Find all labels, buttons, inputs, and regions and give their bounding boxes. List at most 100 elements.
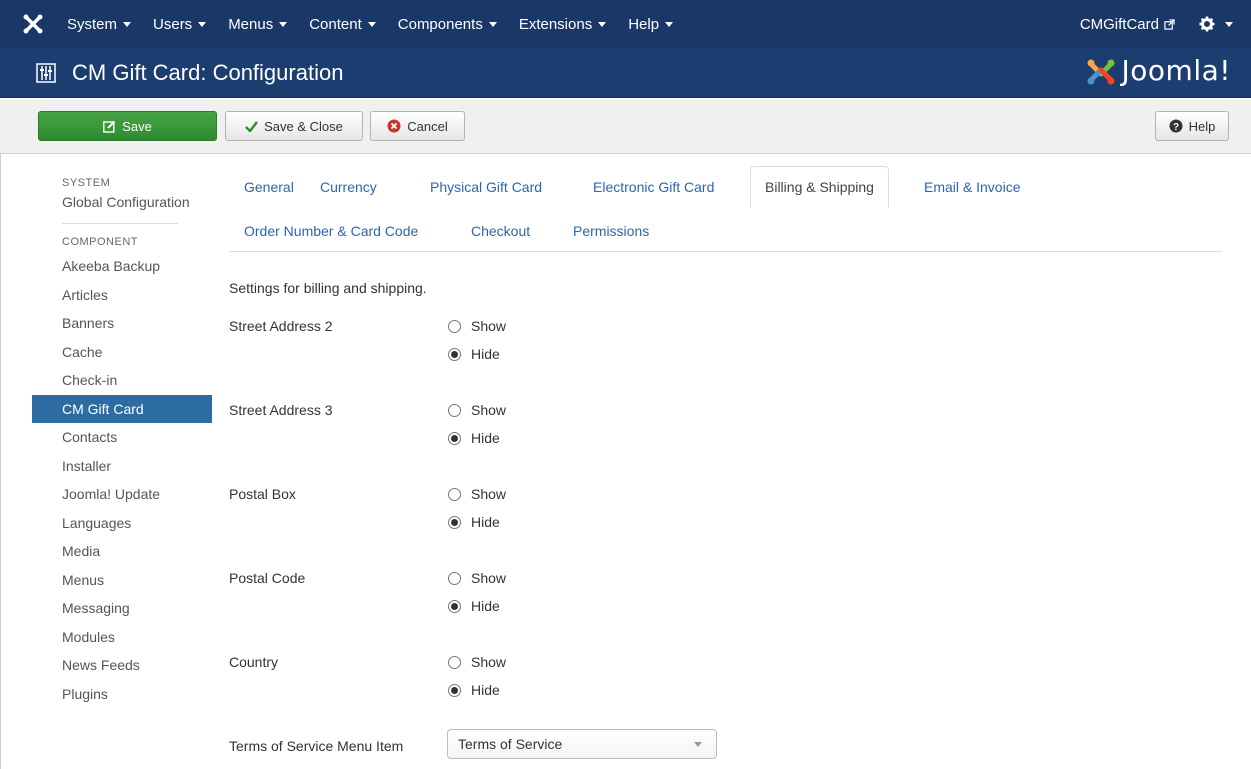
radio-label: Hide bbox=[471, 682, 500, 698]
chevron-down-icon bbox=[1225, 21, 1233, 27]
help-button[interactable]: ? Help bbox=[1155, 111, 1229, 141]
radio-label: Show bbox=[471, 402, 507, 418]
sidebar: SYSTEM Global Configuration COMPONENT Ak… bbox=[32, 154, 212, 708]
tab-order-number-card-code[interactable]: Order Number & Card Code bbox=[244, 223, 418, 239]
radio-postal-box-show[interactable]: Show bbox=[448, 486, 506, 502]
sidebar-item-cm-gift-card[interactable]: CM Gift Card bbox=[32, 394, 212, 423]
nav-extensions[interactable]: Extensions bbox=[508, 0, 617, 48]
sidebar-item-modules[interactable]: Modules bbox=[32, 623, 212, 652]
radio-label: Show bbox=[471, 486, 507, 502]
check-icon bbox=[245, 120, 259, 132]
nav-components[interactable]: Components bbox=[387, 0, 508, 48]
nav-components-label: Components bbox=[397, 15, 483, 33]
terms-of-service-select[interactable]: Terms of Service bbox=[447, 729, 717, 759]
radio-label: Hide bbox=[471, 346, 500, 362]
config-tabs: General Currency Physical Gift Card Elec… bbox=[229, 166, 1222, 252]
nav-system[interactable]: System bbox=[56, 0, 142, 48]
radio-country-show[interactable]: Show bbox=[448, 654, 506, 670]
sidebar-item-media[interactable]: Media bbox=[32, 537, 212, 566]
tab-checkout[interactable]: Checkout bbox=[471, 223, 530, 239]
toolbar: Save Save & Close Cancel ? Help bbox=[0, 99, 1251, 154]
page-title: CM Gift Card: Configuration bbox=[72, 59, 344, 85]
nav-menus[interactable]: Menus bbox=[217, 0, 298, 48]
nav-right: CMGiftCard bbox=[1080, 0, 1233, 48]
chevron-down-icon bbox=[367, 21, 376, 27]
field-label-street-address-2: Street Address 2 bbox=[229, 318, 333, 334]
external-link-icon bbox=[1164, 18, 1175, 30]
sidebar-item-contacts[interactable]: Contacts bbox=[32, 423, 212, 452]
tab-physical-gift-card[interactable]: Physical Gift Card bbox=[430, 179, 542, 195]
chevron-down-icon bbox=[123, 21, 132, 27]
radio-checked-icon bbox=[448, 599, 461, 613]
radio-checked-icon bbox=[448, 431, 461, 445]
sidebar-item-installer[interactable]: Installer bbox=[32, 452, 212, 481]
sidebar-item-languages[interactable]: Languages bbox=[32, 509, 212, 538]
tab-currency[interactable]: Currency bbox=[320, 179, 377, 195]
radio-checked-icon bbox=[448, 347, 461, 361]
tab-billing-shipping[interactable]: Billing & Shipping bbox=[750, 166, 889, 208]
sidebar-item-check-in[interactable]: Check-in bbox=[32, 366, 212, 395]
radio-unchecked-icon bbox=[448, 403, 461, 417]
nav-help[interactable]: Help bbox=[617, 0, 684, 48]
main-menu: System Users Menus Content Components Ex… bbox=[56, 0, 684, 48]
sidebar-item-messaging[interactable]: Messaging bbox=[32, 594, 212, 623]
radio-label: Show bbox=[471, 570, 507, 586]
sidebar-item-akeeba-backup[interactable]: Akeeba Backup bbox=[32, 252, 212, 281]
radio-street-address-2-hide[interactable]: Hide bbox=[448, 346, 500, 362]
radio-postal-code-show[interactable]: Show bbox=[448, 570, 506, 586]
field-label-street-address-3: Street Address 3 bbox=[229, 402, 333, 418]
tab-electronic-gift-card[interactable]: Electronic Gift Card bbox=[593, 179, 714, 195]
nav-system-label: System bbox=[67, 15, 118, 33]
save-button[interactable]: Save bbox=[38, 111, 217, 141]
joomla-logo-icon bbox=[1087, 59, 1115, 84]
sidebar-item-menus[interactable]: Menus bbox=[32, 566, 212, 595]
left-border bbox=[0, 154, 1, 769]
tab-permissions[interactable]: Permissions bbox=[573, 223, 649, 239]
sidebar-item-joomla-update[interactable]: Joomla! Update bbox=[32, 480, 212, 509]
radio-street-address-3-show[interactable]: Show bbox=[448, 402, 506, 418]
chevron-down-icon bbox=[694, 742, 702, 747]
chevron-down-icon bbox=[488, 21, 497, 27]
radio-country-hide[interactable]: Hide bbox=[448, 682, 500, 698]
cancel-circle-icon bbox=[387, 119, 401, 133]
gear-icon bbox=[1199, 16, 1215, 32]
edit-icon bbox=[103, 120, 116, 133]
chevron-down-icon bbox=[279, 21, 288, 27]
svg-text:?: ? bbox=[1173, 122, 1179, 133]
top-navbar: System Users Menus Content Components Ex… bbox=[0, 0, 1251, 48]
select-value: Terms of Service bbox=[458, 736, 563, 752]
view-site-link[interactable]: CMGiftCard bbox=[1080, 16, 1175, 33]
sidebar-item-banners[interactable]: Banners bbox=[32, 309, 212, 338]
sidebar-item-articles[interactable]: Articles bbox=[32, 281, 212, 310]
cancel-label: Cancel bbox=[407, 118, 448, 134]
sidebar-heading-component: COMPONENT bbox=[62, 236, 138, 248]
cancel-button[interactable]: Cancel bbox=[370, 111, 465, 141]
chevron-down-icon bbox=[598, 21, 607, 27]
equalizer-icon bbox=[36, 62, 56, 83]
radio-street-address-2-show[interactable]: Show bbox=[448, 318, 506, 334]
radio-unchecked-icon bbox=[448, 571, 461, 585]
sidebar-item-news-feeds[interactable]: News Feeds bbox=[32, 651, 212, 680]
joomla-menu-icon[interactable] bbox=[22, 13, 44, 35]
sidebar-item-global-configuration[interactable]: Global Configuration bbox=[32, 189, 192, 211]
help-label: Help bbox=[1188, 118, 1216, 134]
nav-content[interactable]: Content bbox=[298, 0, 387, 48]
radio-postal-code-hide[interactable]: Hide bbox=[448, 598, 500, 614]
nav-content-label: Content bbox=[309, 15, 362, 33]
page-header: CM Gift Card: Configuration Joomla! bbox=[0, 48, 1251, 98]
tab-email-invoice[interactable]: Email & Invoice bbox=[924, 179, 1020, 195]
radio-street-address-3-hide[interactable]: Hide bbox=[448, 430, 500, 446]
joomla-brand-text: Joomla! bbox=[1121, 54, 1231, 87]
nav-help-label: Help bbox=[628, 15, 660, 33]
radio-postal-box-hide[interactable]: Hide bbox=[448, 514, 500, 530]
radio-label: Show bbox=[471, 654, 507, 670]
save-close-button[interactable]: Save & Close bbox=[225, 111, 363, 141]
nav-users[interactable]: Users bbox=[142, 0, 217, 48]
radio-label: Show bbox=[471, 318, 507, 334]
radio-unchecked-icon bbox=[448, 655, 461, 669]
tab-general[interactable]: General bbox=[244, 179, 294, 195]
sidebar-item-cache[interactable]: Cache bbox=[32, 338, 212, 367]
sidebar-item-plugins[interactable]: Plugins bbox=[32, 680, 212, 709]
user-menu-toggle[interactable] bbox=[1199, 16, 1233, 32]
nav-menus-label: Menus bbox=[228, 15, 274, 33]
